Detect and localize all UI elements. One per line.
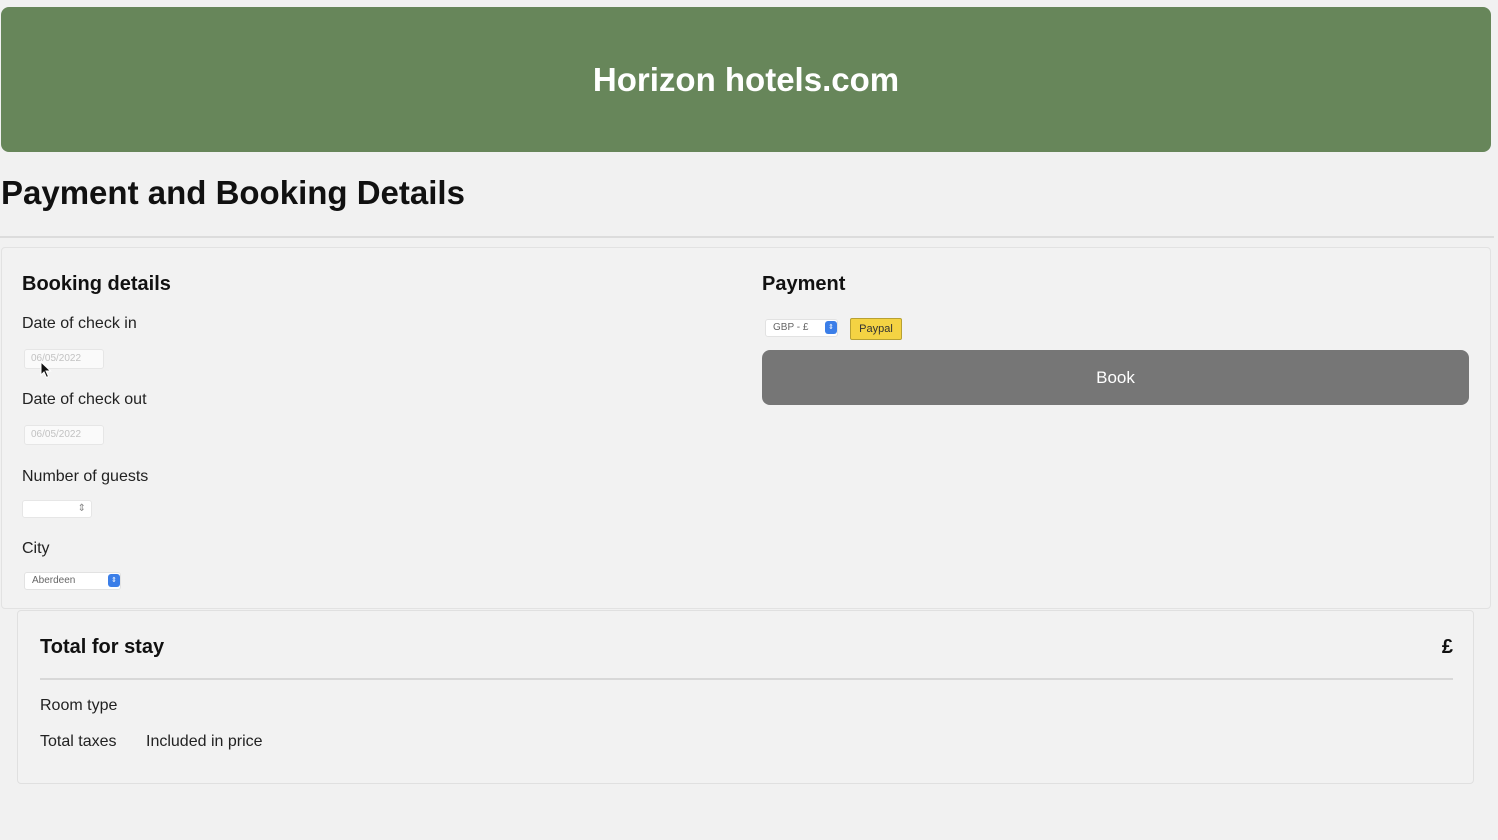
payment-heading: Payment xyxy=(762,273,846,295)
currency-select-value: GBP - £ xyxy=(773,322,809,333)
divider xyxy=(40,678,1453,680)
city-select[interactable]: Aberdeen ⇕ xyxy=(24,572,121,590)
chevron-up-down-icon: ⇕ xyxy=(825,321,837,334)
total-amount: £ xyxy=(1441,636,1453,658)
checkin-date-input[interactable]: 06/05/2022 xyxy=(24,349,104,369)
room-type-label: Room type xyxy=(40,697,118,714)
guests-number-input[interactable]: ⇕ xyxy=(22,500,92,518)
city-select-value: Aberdeen xyxy=(32,575,76,586)
mouse-pointer-icon xyxy=(40,361,52,379)
checkin-label: Date of check in xyxy=(22,315,137,332)
paypal-button[interactable]: Paypal xyxy=(850,318,902,340)
checkout-label: Date of check out xyxy=(22,391,147,408)
booking-details-heading: Booking details xyxy=(22,273,171,295)
page-title: Payment and Booking Details xyxy=(1,174,465,211)
checkout-date-input[interactable]: 06/05/2022 xyxy=(24,425,104,445)
spinner-arrows-icon[interactable]: ⇕ xyxy=(78,502,86,516)
site-title: Horizon hotels.com xyxy=(592,60,900,98)
total-taxes-value: Included in price xyxy=(146,733,263,750)
total-for-stay-heading: Total for stay xyxy=(40,636,165,658)
city-label: City xyxy=(22,540,50,557)
booking-payment-panel xyxy=(1,247,1491,609)
guests-label: Number of guests xyxy=(22,468,149,485)
divider xyxy=(0,236,1494,238)
total-taxes-label: Total taxes xyxy=(40,733,117,750)
currency-select[interactable]: GBP - £ ⇕ xyxy=(765,319,838,337)
total-for-stay-panel: Total for stay £ Room type Total taxes I… xyxy=(17,610,1474,784)
book-button[interactable]: Book xyxy=(762,350,1469,405)
chevron-up-down-icon: ⇕ xyxy=(108,574,120,587)
site-header: Horizon hotels.com xyxy=(1,7,1491,152)
